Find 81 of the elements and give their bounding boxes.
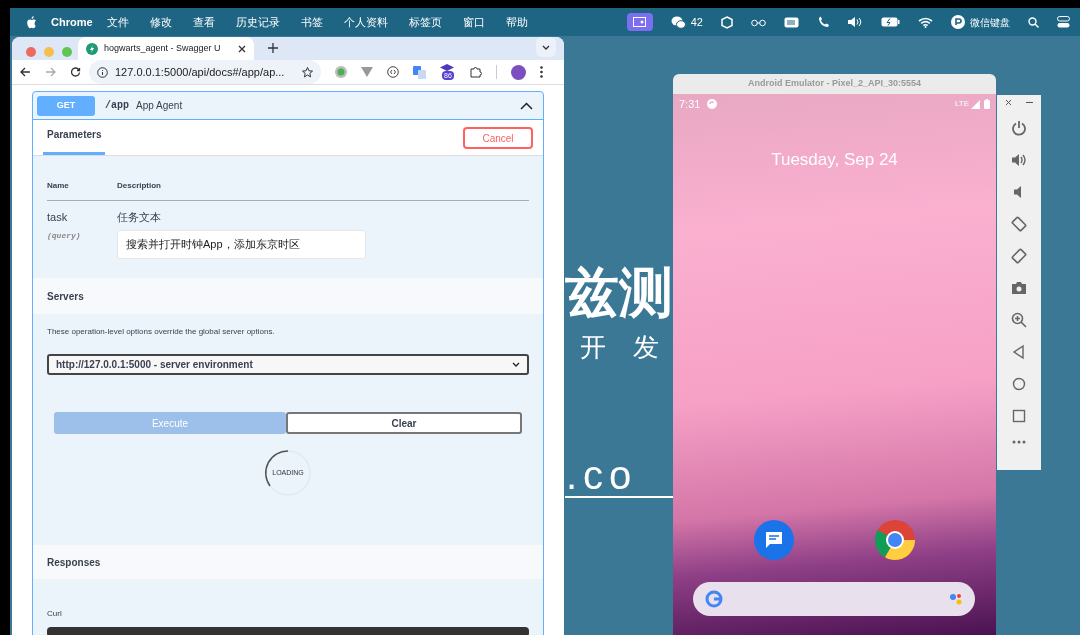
power-icon[interactable]: [1011, 120, 1027, 136]
close-icon[interactable]: [238, 44, 246, 53]
volume-up-icon[interactable]: [1011, 152, 1027, 168]
input-method-label[interactable]: 微信键盘: [970, 14, 1010, 30]
wallpaper-text: .co: [566, 452, 638, 498]
messages-app-icon[interactable]: [754, 520, 794, 560]
signal-icon: [971, 99, 980, 109]
puzzle-icon[interactable]: [470, 66, 482, 78]
curl-label: Curl: [47, 609, 62, 618]
translate-extension-icon[interactable]: [413, 65, 426, 79]
menu-item[interactable]: 查看: [192, 13, 215, 31]
task-input-field[interactable]: 搜索并打开时钟App，添加东京时区: [117, 229, 366, 259]
minimize-icon[interactable]: [1026, 99, 1033, 106]
address-bar[interactable]: 127.0.0.1:5000/api/docs#/app/ap...: [89, 60, 321, 84]
apple-icon[interactable]: [26, 15, 37, 29]
endpoint-path: /app: [105, 99, 129, 113]
code-extension-icon[interactable]: [387, 66, 399, 78]
menu-item[interactable]: 个人资料: [343, 13, 388, 31]
menu-item[interactable]: 标签页: [408, 13, 442, 31]
lock-screen-date: Tuesday, Sep 24: [771, 149, 898, 171]
zoom-icon[interactable]: [1011, 312, 1027, 328]
chevron-down-icon: [512, 362, 520, 367]
parameter-description: 任务文本: [117, 210, 162, 225]
wifi-icon[interactable]: [918, 16, 933, 28]
menu-item[interactable]: 帮助: [505, 13, 528, 31]
rotate-right-icon[interactable]: [1011, 248, 1027, 264]
parameter-name: task: [47, 210, 69, 225]
network-type: LTE: [954, 98, 969, 110]
wallpaper-text: 兹测: [565, 262, 673, 322]
window-title: Android Emulator - Pixel_2_API_30:5554: [747, 77, 922, 91]
phone-icon[interactable]: [817, 15, 830, 29]
battery-icon: [984, 99, 990, 109]
server-select[interactable]: http://127.0.0.1:5000 - server environment: [47, 354, 529, 375]
unread-count: 42: [690, 14, 703, 30]
method-badge: GET: [37, 95, 95, 116]
glasses-icon[interactable]: [751, 17, 766, 27]
clear-button[interactable]: Clear: [286, 412, 522, 434]
close-icon[interactable]: [1005, 99, 1012, 106]
assistant-icon: [949, 592, 963, 606]
wallpaper-text: 开 发: [580, 333, 670, 361]
home-icon[interactable]: [1011, 376, 1027, 392]
parameter-location: (query): [47, 229, 82, 242]
more-icon[interactable]: [540, 66, 543, 78]
new-tab-icon[interactable]: [268, 43, 278, 53]
memory-icon[interactable]: [784, 16, 799, 28]
browser-tab[interactable]: hogwarts_agent - Swagger U: [78, 37, 254, 60]
section-title: Servers: [47, 289, 84, 304]
menu-item[interactable]: 文件: [106, 13, 129, 31]
chrome-app-icon[interactable]: [875, 520, 915, 560]
overview-icon[interactable]: [1011, 408, 1027, 424]
google-g-icon: [705, 590, 723, 608]
reload-icon[interactable]: [70, 66, 81, 78]
menu-item[interactable]: 窗口: [462, 13, 485, 31]
back-icon[interactable]: [20, 67, 31, 77]
camera-icon[interactable]: [1011, 280, 1027, 296]
section-title: Responses: [47, 555, 101, 570]
search-icon[interactable]: [1028, 16, 1039, 28]
record-extension-icon[interactable]: [335, 66, 347, 78]
menu-item[interactable]: 历史记录: [235, 13, 280, 31]
rotate-left-icon[interactable]: [1011, 216, 1027, 232]
swagger-logo-icon: [86, 42, 98, 55]
app-menu[interactable]: Chrome: [51, 13, 93, 31]
chat-bubbles-icon[interactable]: [670, 15, 686, 29]
menu-item[interactable]: 书签: [300, 13, 323, 31]
tab-search-button[interactable]: [536, 37, 556, 57]
search-bar[interactable]: [693, 582, 975, 616]
servers-note: These operation-level options override the global server options.: [47, 326, 276, 338]
menu-item[interactable]: 修改: [149, 13, 172, 31]
battery-icon[interactable]: [881, 17, 900, 27]
chevron-down-icon: [542, 44, 550, 50]
screen-share-status-icon[interactable]: [626, 13, 653, 31]
status-time: 7:31: [679, 96, 701, 112]
endpoint-summary: App Agent: [136, 99, 183, 113]
column-header: Description: [117, 180, 161, 192]
control-center-icon[interactable]: [1057, 16, 1070, 28]
collapse-icon[interactable]: [520, 101, 533, 110]
sync-icon: [707, 99, 718, 109]
cube-icon[interactable]: [721, 15, 733, 29]
volume-icon[interactable]: [848, 16, 863, 28]
column-header: Name: [47, 180, 70, 192]
profile-avatar[interactable]: [511, 64, 526, 80]
